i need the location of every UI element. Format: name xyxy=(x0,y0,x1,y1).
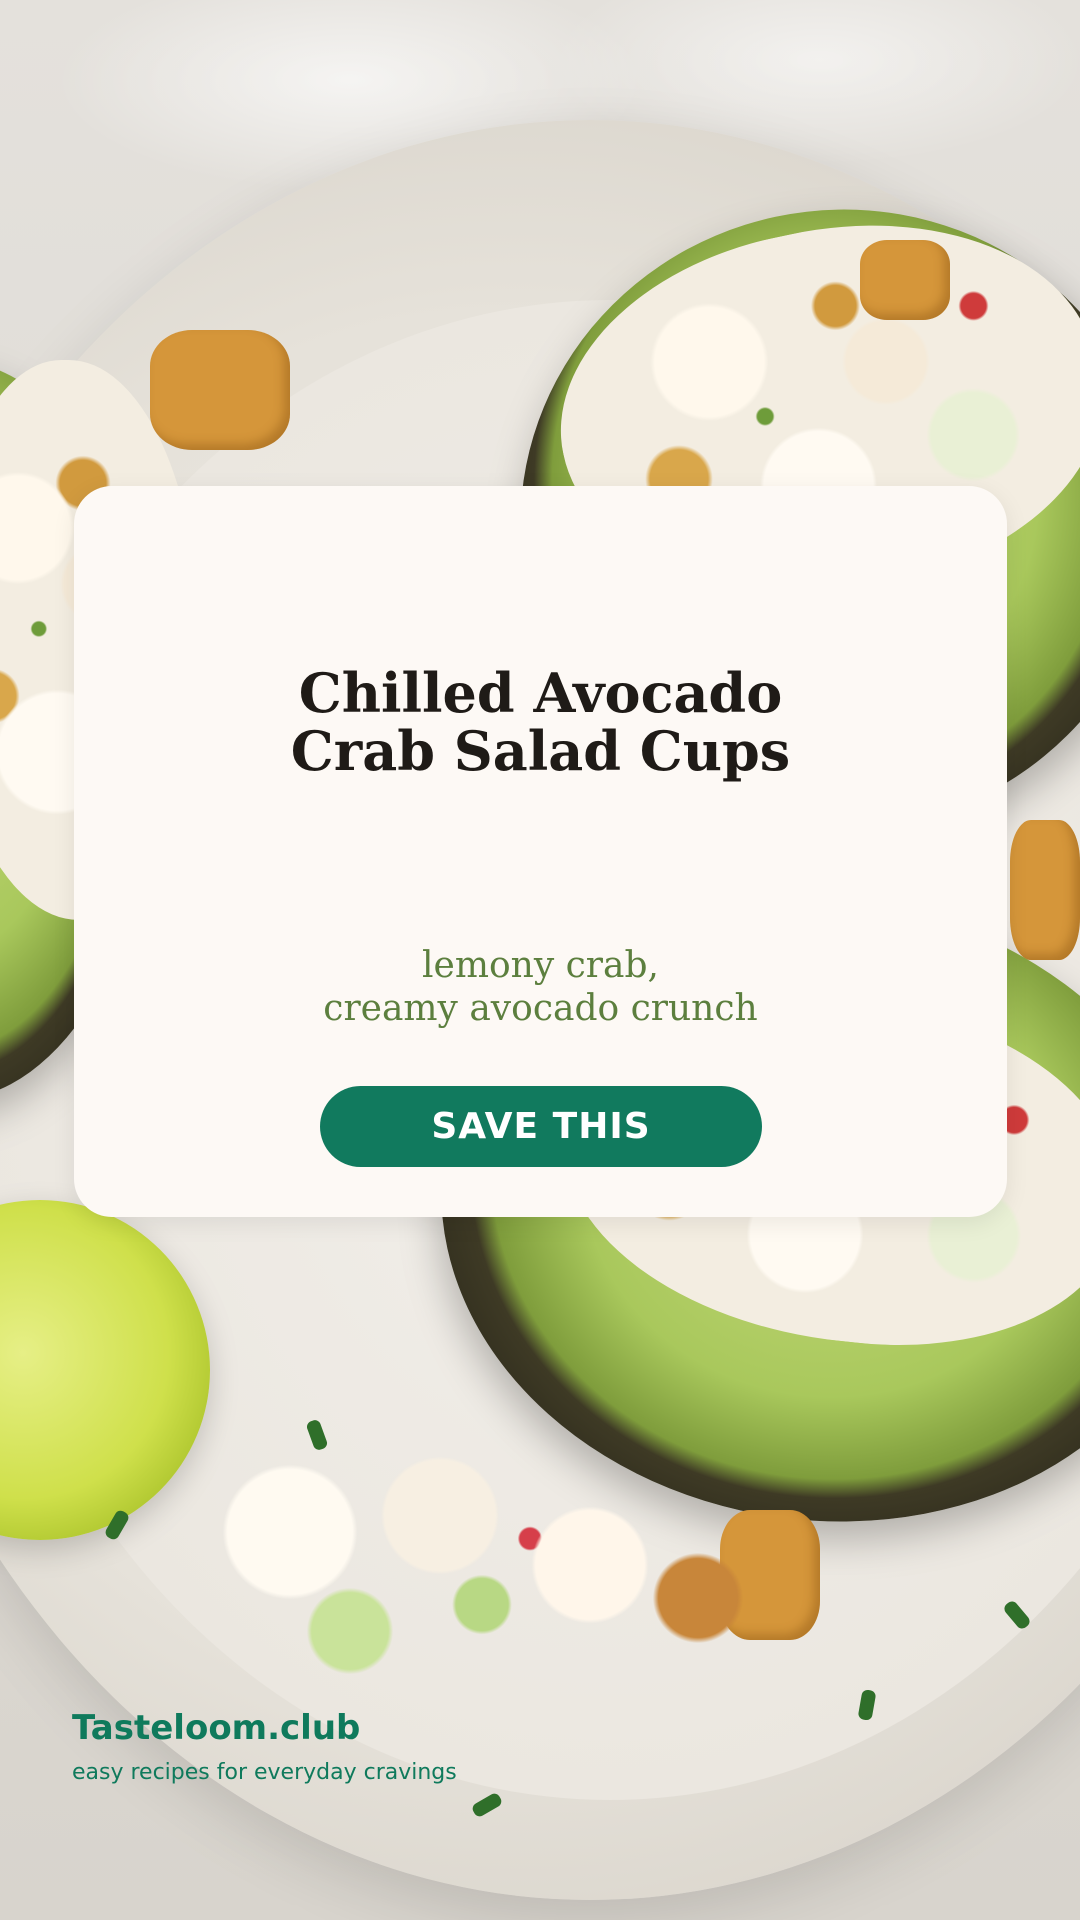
recipe-subtitle-line-2: creamy avocado crunch xyxy=(323,988,758,1029)
recipe-title-line-1: Chilled Avocado xyxy=(298,661,783,725)
recipe-subtitle-line-1: lemony crab, xyxy=(422,945,659,986)
brand-tagline: easy recipes for everyday cravings xyxy=(72,1760,457,1785)
crouton xyxy=(150,330,290,450)
save-this-button[interactable]: SAVE THIS xyxy=(320,1086,762,1167)
crouton xyxy=(860,240,950,320)
recipe-title-line-2: Crab Salad Cups xyxy=(290,719,791,783)
recipe-card: Chilled Avocado Crab Salad Cups lemony c… xyxy=(74,486,1007,1217)
recipe-subtitle: lemony crab, creamy avocado crunch xyxy=(74,944,1007,1030)
crouton xyxy=(1010,820,1080,960)
brand-name: Tasteloom.club xyxy=(72,1708,361,1748)
recipe-title: Chilled Avocado Crab Salad Cups xyxy=(74,664,1007,780)
